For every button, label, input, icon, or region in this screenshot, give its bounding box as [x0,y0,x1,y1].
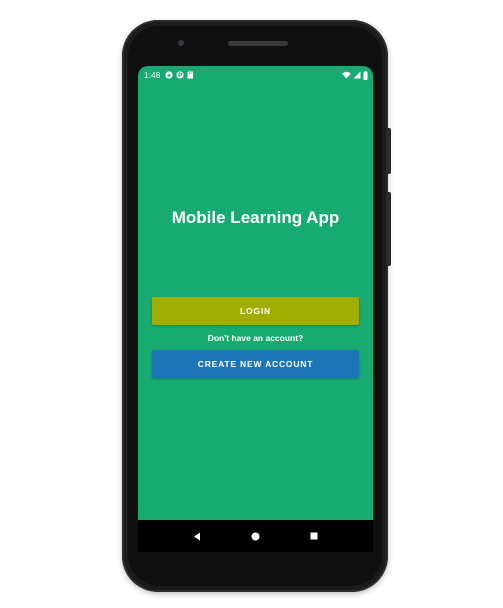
navigation-bar [138,520,373,552]
wifi-icon [342,71,351,79]
no-account-prompt: Don't have an account? [207,333,304,343]
earpiece-speaker [228,41,288,46]
status-bar: 1:48 [138,66,373,84]
recents-icon[interactable] [307,529,321,543]
login-button[interactable]: LOGIN [152,297,359,325]
emulator-stage: 1:48 Mobile Learning App LOGIN Don't hav… [0,0,503,608]
front-camera-icon [178,40,184,46]
back-icon[interactable] [190,529,204,543]
system-status-icons [342,70,368,80]
status-time: 1:48 [144,70,161,80]
create-account-button[interactable]: CREATE NEW ACCOUNT [152,350,359,378]
app-title: Mobile Learning App [171,208,340,227]
power-button[interactable] [388,128,391,174]
battery-icon [363,70,368,80]
p-badge-icon [176,71,184,79]
notification-icons [165,71,194,79]
android-auto-icon [165,71,173,79]
home-icon[interactable] [248,529,262,543]
sd-card-icon [187,71,194,79]
app-screen: 1:48 Mobile Learning App LOGIN Don't hav… [138,66,373,520]
volume-rocker[interactable] [388,192,391,266]
cell-signal-icon [353,71,361,79]
